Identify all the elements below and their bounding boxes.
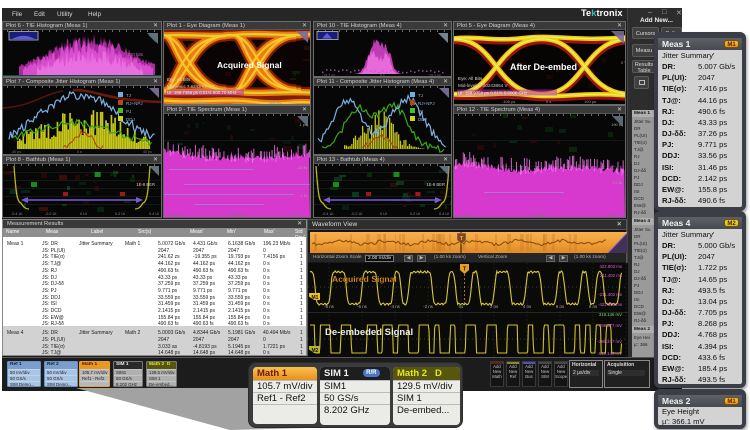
- svg-text:500 MHz: 500 MHz: [531, 213, 546, 217]
- svg-text:318.146 mV: 318.146 mV: [599, 312, 622, 317]
- svg-text:-211.402 ms: -211.402 ms: [598, 292, 622, 297]
- svg-text:0 UI: 0 UI: [380, 212, 387, 216]
- svg-text:-0.4 UI: -0.4 UI: [11, 212, 22, 216]
- svg-text:Mid-level: 7.6243mV + 7...: Mid-level: 7.6243mV + 7...: [167, 84, 218, 89]
- svg-text:-518.146 mV: -518.146 mV: [597, 351, 622, 356]
- svg-text:211.402 ms: 211.402 ms: [600, 273, 622, 278]
- svg-text:1.0 fs: 1.0 fs: [612, 180, 622, 185]
- svg-text:0 UI: 0 UI: [80, 212, 87, 216]
- svg-text:-422.803 ms: -422.803 ms: [598, 302, 622, 307]
- svg-text:PJ: PJ: [126, 109, 131, 114]
- svg-text:-18 fs: -18 fs: [297, 165, 307, 170]
- svg-text:-100 ps: -100 ps: [502, 99, 515, 104]
- svg-text:1 GHz: 1 GHz: [605, 213, 616, 217]
- svg-text:Acquired Signal: Acquired Signal: [332, 274, 397, 284]
- svg-text:1E-8 BER: 1E-8 BER: [136, 182, 155, 187]
- svg-text:0.2 UI: 0.2 UI: [115, 212, 125, 216]
- svg-text:DDJ: DDJ: [126, 117, 135, 122]
- svg-text:De-embeded Signal: De-embeded Signal: [325, 327, 413, 338]
- svg-text:0.4 UI: 0.4 UI: [149, 212, 159, 216]
- svg-text:-2 ns: -2 ns: [423, 304, 434, 309]
- svg-text:-298.377 mV: -298.377 mV: [597, 339, 622, 344]
- svg-text:-40 ps: -40 ps: [11, 150, 21, 154]
- svg-text:100 ps: 100 ps: [584, 99, 596, 104]
- svg-text:DDJ: DDJ: [418, 117, 427, 122]
- svg-text:298.377 mV: 298.377 mV: [599, 323, 622, 328]
- svg-text:0 V: 0 V: [621, 60, 626, 65]
- svg-text:Acquired Signal: Acquired Signal: [217, 60, 282, 70]
- svg-text:After De-embed: After De-embed: [510, 62, 577, 72]
- svg-text:TJ: TJ: [418, 93, 423, 98]
- svg-text:Eye: All Bits: Eye: All Bits: [458, 76, 483, 81]
- svg-text:-6 ns: -6 ns: [357, 304, 368, 309]
- svg-text:M2: M2: [312, 348, 319, 354]
- svg-text:0.4 UI: 0.4 UI: [439, 212, 449, 216]
- svg-text:422.803 ms: 422.803 ms: [600, 264, 622, 269]
- svg-text:-0.2 UI: -0.2 UI: [351, 212, 362, 216]
- svg-text:UI: 199.9750 ps 0.01% 5.0: UI: 199.9750 ps 0.01% 5.0006 GHz: [458, 91, 527, 96]
- svg-text:-4 ns: -4 ns: [390, 304, 401, 309]
- svg-text:8 ns: 8 ns: [589, 304, 598, 309]
- svg-text:40 ps: 40 ps: [143, 150, 152, 154]
- svg-text:PJ: PJ: [418, 109, 423, 114]
- svg-text:TJ: TJ: [126, 93, 131, 98]
- svg-text:1 fs: 1 fs: [301, 193, 307, 198]
- svg-text:0 s: 0 s: [546, 99, 551, 104]
- svg-text:-0.4 UI: -0.4 UI: [322, 212, 333, 216]
- svg-text:200 hits: 200 hits: [127, 52, 144, 57]
- svg-text:-0.2 UI: -0.2 UI: [45, 212, 56, 216]
- svg-text:RJ+NPJ: RJ+NPJ: [418, 101, 435, 106]
- svg-text:1 GHz: 1 GHz: [290, 213, 301, 217]
- svg-text:1E-8 BER: 1E-8 BER: [426, 182, 445, 187]
- svg-text:500 MHz: 500 MHz: [230, 213, 245, 217]
- svg-text:4 ns: 4 ns: [523, 304, 532, 309]
- svg-text:0 s: 0 s: [77, 150, 82, 154]
- svg-text:UI: 199.7166 ps 0.01% 600: UI: 199.7166 ps 0.01% 600.70 MHz: [167, 90, 237, 95]
- svg-text:M1: M1: [312, 295, 319, 301]
- svg-text:0.2 UI: 0.2 UI: [410, 212, 420, 216]
- svg-text:Eye: All Bits: Eye: All Bits: [167, 77, 191, 82]
- svg-text:1 MHz: 1 MHz: [460, 213, 471, 217]
- svg-text:Mid-level: 0.00243864 V: Mid-level: 0.00243864 V: [458, 83, 508, 88]
- svg-text:1 MHz: 1 MHz: [170, 213, 181, 217]
- svg-text:6 ns: 6 ns: [556, 304, 565, 309]
- svg-text:RJ+NPJ: RJ+NPJ: [126, 101, 143, 106]
